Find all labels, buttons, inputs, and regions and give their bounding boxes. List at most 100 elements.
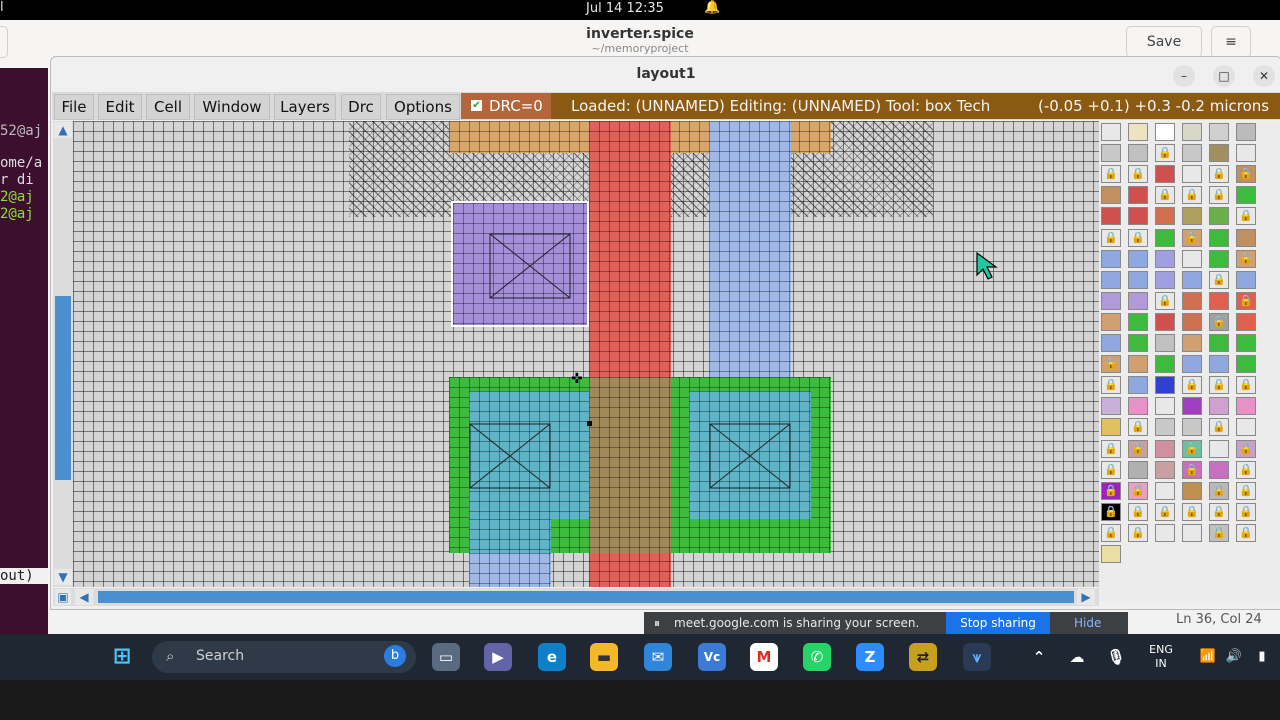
layer-lock-icon[interactable]: 🔒: [1236, 502, 1256, 521]
layer-lock-icon[interactable]: 🔒: [1236, 249, 1256, 268]
layer-swatch[interactable]: [1236, 355, 1256, 374]
layer-swatch[interactable]: [1182, 270, 1202, 289]
layer-lock-icon[interactable]: 🔒: [1101, 502, 1121, 521]
layer-swatch[interactable]: [1101, 144, 1121, 163]
scroll-left-arrow-icon[interactable]: ◀: [75, 589, 93, 605]
layer-lock-icon[interactable]: 🔒: [1182, 376, 1202, 395]
layer-swatch[interactable]: [1101, 123, 1121, 141]
layer-lock-icon[interactable]: 🔒: [1209, 481, 1229, 500]
layer-lock-icon[interactable]: 🔒: [1182, 502, 1202, 521]
layer-swatch[interactable]: [1101, 249, 1121, 268]
layer-swatch[interactable]: [1209, 291, 1229, 310]
layer-swatch[interactable]: [1101, 291, 1121, 310]
layer-swatch[interactable]: [1128, 355, 1148, 374]
layer-swatch[interactable]: [1155, 460, 1175, 479]
whatsapp-icon[interactable]: ✆: [803, 643, 831, 671]
layer-swatch[interactable]: [1209, 460, 1229, 479]
layer-lock-icon[interactable]: 🔒: [1128, 523, 1148, 542]
layer-lock-icon[interactable]: 🔒: [1128, 439, 1148, 458]
layer-swatch[interactable]: [1236, 397, 1256, 416]
layer-lock-icon[interactable]: 🔒: [1155, 502, 1175, 521]
layer-swatch[interactable]: [1209, 249, 1229, 268]
layer-lock-icon[interactable]: 🔒: [1101, 355, 1121, 374]
layer-swatch[interactable]: [1101, 186, 1121, 205]
layer-swatch[interactable]: [1155, 397, 1175, 416]
terminal-window[interactable]: 52@aj ome/a r di 2@aj 2@aj out): [0, 68, 48, 634]
layer-lock-icon[interactable]: 🔒: [1209, 418, 1229, 437]
layer-swatch[interactable]: [1101, 207, 1121, 226]
layer-swatch[interactable]: [1236, 270, 1256, 289]
layer-swatch[interactable]: [1128, 397, 1148, 416]
menu-file[interactable]: File: [54, 94, 94, 120]
layer-swatch[interactable]: [1101, 397, 1121, 416]
layer-lock-icon[interactable]: 🔒: [1182, 460, 1202, 479]
layer-swatch[interactable]: [1182, 144, 1202, 163]
layer-lock-icon[interactable]: 🔒: [1182, 186, 1202, 205]
layer-swatch[interactable]: [1155, 228, 1175, 247]
layer-swatch[interactable]: [1101, 334, 1121, 352]
windows-start-icon[interactable]: ⊞: [108, 643, 136, 671]
layer-swatch[interactable]: [1155, 270, 1175, 289]
layer-swatch[interactable]: [1182, 207, 1202, 226]
layer-swatch[interactable]: [1155, 334, 1175, 352]
layer-swatch[interactable]: [1209, 355, 1229, 374]
layer-swatch[interactable]: [1128, 144, 1148, 163]
layer-lock-icon[interactable]: 🔒: [1128, 418, 1148, 437]
layer-swatch[interactable]: [1155, 207, 1175, 226]
vnc-viewer-icon[interactable]: ⇄: [909, 643, 937, 671]
microphone-icon[interactable]: 🎙: [1102, 643, 1130, 671]
layer-swatch[interactable]: [1128, 460, 1148, 479]
maximize-icon[interactable]: □: [1213, 65, 1235, 87]
layer-swatch[interactable]: [1182, 165, 1202, 184]
hamburger-menu-icon[interactable]: ≡: [1211, 26, 1251, 58]
vertical-scroll-thumb[interactable]: [55, 296, 71, 480]
layer-swatch[interactable]: [1182, 312, 1202, 331]
layer-swatch[interactable]: [1182, 418, 1202, 437]
close-icon[interactable]: ✕: [1253, 65, 1275, 87]
layer-lock-icon[interactable]: 🔒: [1101, 460, 1121, 479]
layer-lock-icon[interactable]: 🔒: [1128, 502, 1148, 521]
layer-swatch[interactable]: [1128, 123, 1148, 141]
layer-swatch[interactable]: [1236, 228, 1256, 247]
layer-swatch[interactable]: [1182, 481, 1202, 500]
layer-swatch[interactable]: [1182, 355, 1202, 374]
layer-swatch[interactable]: [1128, 312, 1148, 331]
layer-swatch[interactable]: [1209, 334, 1229, 352]
layer-swatch[interactable]: [1128, 186, 1148, 205]
volume-icon[interactable]: 🔊: [1220, 643, 1248, 671]
menu-layers[interactable]: Layers: [274, 94, 336, 120]
menu-window[interactable]: Window: [194, 94, 270, 120]
layer-swatch[interactable]: [1128, 291, 1148, 310]
layer-lock-icon[interactable]: 🔒: [1182, 439, 1202, 458]
layer-lock-icon[interactable]: 🔒: [1236, 439, 1256, 458]
bell-icon[interactable]: 🔔: [704, 0, 720, 15]
layer-swatch[interactable]: [1128, 270, 1148, 289]
task-view-icon[interactable]: ▭: [432, 643, 460, 671]
horizontal-scroll-thumb[interactable]: [98, 591, 1074, 603]
layer-swatch[interactable]: [1155, 355, 1175, 374]
layer-swatch[interactable]: [1128, 334, 1148, 352]
mail-icon[interactable]: ✉: [644, 643, 672, 671]
layer-swatch[interactable]: [1128, 249, 1148, 268]
layer-swatch[interactable]: [1236, 418, 1256, 437]
layer-lock-icon[interactable]: 🔒: [1236, 523, 1256, 542]
zoom-icon[interactable]: Z: [856, 643, 884, 671]
wifi-icon[interactable]: 📶: [1194, 643, 1222, 671]
teams-icon[interactable]: ▶: [484, 643, 512, 671]
layer-swatch[interactable]: [1182, 123, 1202, 141]
stop-sharing-button[interactable]: Stop sharing: [946, 612, 1050, 634]
layer-lock-icon[interactable]: 🔒: [1209, 376, 1229, 395]
layer-swatch[interactable]: [1182, 291, 1202, 310]
layer-swatch[interactable]: [1236, 334, 1256, 352]
layer-swatch[interactable]: [1182, 523, 1202, 542]
layer-lock-icon[interactable]: 🔒: [1101, 481, 1121, 500]
layer-swatch[interactable]: [1236, 186, 1256, 205]
vc-app-icon[interactable]: Vc: [698, 643, 726, 671]
layer-swatch[interactable]: [1155, 418, 1175, 437]
layer-lock-icon[interactable]: 🔒: [1209, 270, 1229, 289]
layer-swatch[interactable]: [1128, 207, 1148, 226]
layer-lock-icon[interactable]: 🔒: [1209, 165, 1229, 184]
menu-cell[interactable]: Cell: [146, 94, 190, 120]
layer-lock-icon[interactable]: 🔒: [1128, 481, 1148, 500]
layer-swatch[interactable]: [1155, 481, 1175, 500]
